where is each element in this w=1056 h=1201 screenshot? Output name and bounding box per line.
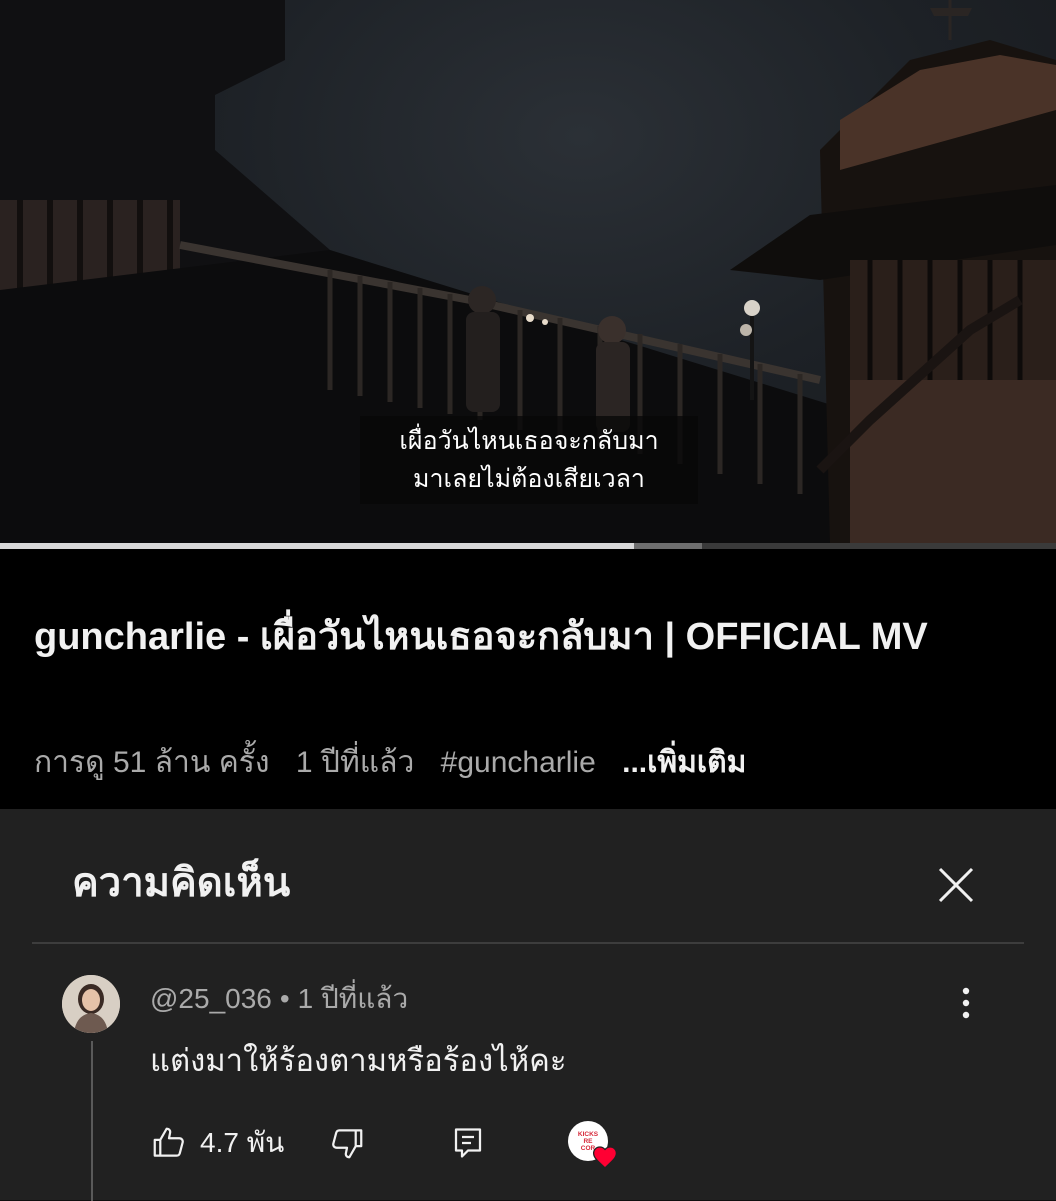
like-button[interactable] [150, 1119, 188, 1167]
creator-heart-badge: KICKS RE COR [568, 1121, 620, 1173]
more-link[interactable]: ...เพิ่มเติม [622, 746, 746, 779]
reply-button[interactable] [450, 1119, 486, 1167]
video-title[interactable]: guncharlie - เผื่อวันไหนเธอจะกลับมา | OF… [34, 611, 1034, 663]
close-icon [938, 867, 974, 903]
video-meta[interactable]: การดู 51 ล้าน ครั้ง 1 ปีที่แล้ว #gunchar… [34, 745, 746, 781]
subtitle-caption: เผื่อวันไหนเธอจะกลับมา มาเลยไม่ต้องเสียเ… [360, 416, 698, 504]
comment-author[interactable]: @25_036 [150, 983, 272, 1014]
reply-thread-line [91, 1041, 93, 1201]
video-player[interactable]: เผื่อวันไหนเธอจะกลับมา มาเลยไม่ต้องเสียเ… [0, 0, 1056, 545]
avatar[interactable] [62, 975, 120, 1033]
like-count: 4.7 พัน [200, 1127, 285, 1158]
thumbs-up-icon [153, 1127, 184, 1157]
more-vert-icon [962, 987, 970, 1019]
hashtag-link[interactable]: #guncharlie [441, 746, 596, 779]
reply-comment-icon [454, 1128, 482, 1158]
creator-logo-line-1: KICKS [577, 1130, 599, 1138]
header-divider [32, 942, 1024, 944]
upload-age: 1 ปีที่แล้ว [295, 746, 415, 779]
comments-panel: ความคิดเห็น @25_036 • 1 ปีที่แล้ว แต่งมา… [0, 809, 1056, 1201]
comment-meta: @25_036 • 1 ปีที่แล้ว [150, 981, 408, 1017]
close-button[interactable] [930, 859, 982, 911]
view-count: การดู 51 ล้าน ครั้ง [34, 746, 270, 779]
comments-header: ความคิดเห็น [72, 861, 291, 905]
comment-actions: 4.7 พัน KICKS RE COR [150, 1119, 650, 1169]
dislike-button[interactable] [328, 1119, 366, 1167]
subtitle-line-1: เผื่อวันไหนเธอจะกลับมา [399, 426, 659, 455]
meta-separator: • [279, 983, 290, 1014]
heart-icon [592, 1146, 618, 1169]
comment-text: แต่งมาให้ร้องตามหรือร้องไห้คะ [150, 1043, 567, 1078]
comment-options-button[interactable] [952, 985, 980, 1021]
user-photo-icon [62, 975, 120, 1033]
subtitle-line-2: มาเลยไม่ต้องเสียเวลา [413, 464, 645, 493]
thumbs-down-icon [332, 1129, 363, 1159]
video-info: guncharlie - เผื่อวันไหนเธอจะกลับมา | OF… [0, 549, 1056, 809]
creator-logo-line-2: RE [583, 1137, 593, 1145]
comment-time: 1 ปีที่แล้ว [297, 983, 409, 1014]
